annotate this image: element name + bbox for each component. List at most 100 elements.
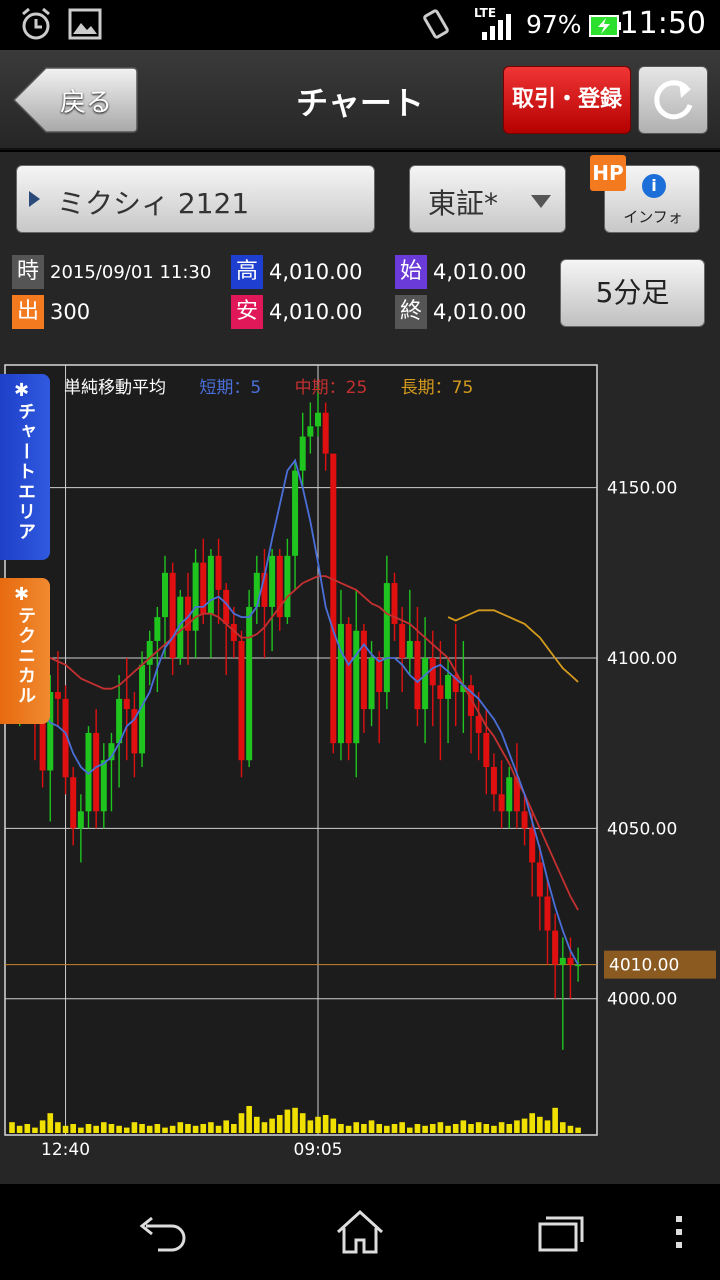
volume-bar (422, 1125, 428, 1133)
volume-bar (368, 1120, 375, 1133)
gear-icon: ✱ (14, 380, 30, 401)
trade-register-button[interactable]: 取引・登録 (503, 66, 631, 134)
market-dropdown[interactable]: 東証* (409, 165, 566, 233)
volume-bar (16, 1125, 23, 1133)
tab-chart-area[interactable]: ✱ チャートエリア (0, 374, 50, 560)
quote-high: 4,010.00 (269, 260, 363, 284)
quote-time-row: 時 2015/09/01 11:30 (12, 255, 211, 289)
quote-low: 4,010.00 (269, 300, 363, 324)
recents-icon[interactable] (530, 1202, 590, 1262)
volume-bar (506, 1124, 513, 1133)
stock-selector[interactable]: ミクシィ 2121 (16, 165, 375, 233)
volume-bar (391, 1124, 398, 1133)
candle-body (429, 658, 436, 686)
volume-bar (238, 1113, 245, 1133)
legend-long-ma: 長期：75 (400, 378, 474, 398)
candle-body (399, 623, 406, 659)
candle-body (521, 811, 528, 829)
candle-body (70, 777, 77, 829)
volume-bar (407, 1127, 413, 1133)
volume-bar (361, 1124, 367, 1133)
interval-button[interactable]: 5分足 (560, 259, 705, 327)
candle-body (269, 555, 276, 607)
y-tick-label: 4150.00 (607, 479, 677, 499)
volume-bar (116, 1125, 122, 1133)
candle-body (529, 828, 536, 863)
menu-icon[interactable] (664, 1202, 694, 1262)
volume-bar (567, 1125, 574, 1133)
candle-body (406, 640, 413, 659)
volume-bar (32, 1127, 38, 1133)
candle-body (54, 692, 61, 699)
legend-title: 単純移動平均 (64, 378, 166, 398)
refresh-button[interactable] (638, 66, 708, 134)
volume-bar (177, 1122, 184, 1133)
tab-chart-area-label: チャートエリア (15, 402, 36, 542)
battery-percent: 97% (526, 10, 582, 39)
volume-bar (276, 1115, 283, 1133)
candle-body (345, 623, 352, 744)
status-bar: LTE 97% 11:50 (0, 0, 720, 50)
candle-body (315, 412, 321, 427)
alarm-icon (22, 7, 50, 40)
volume-bar (514, 1120, 520, 1133)
volume-bar (200, 1124, 207, 1133)
volume-bar (208, 1122, 214, 1133)
volume-bar (483, 1124, 490, 1133)
tab-technical-label: テクニカル (15, 606, 36, 706)
vibrate-icon (423, 9, 449, 39)
volume-bar (284, 1109, 291, 1133)
y-tick-label: 4050.00 (607, 819, 677, 839)
back-label: 戻る (60, 88, 113, 118)
volume-bar (468, 1124, 474, 1133)
back-icon[interactable] (132, 1202, 192, 1262)
candle-body (475, 715, 482, 733)
home-icon[interactable] (330, 1202, 390, 1262)
volume-bar (139, 1124, 145, 1133)
gear-icon: ✱ (14, 584, 30, 605)
candle-body (552, 930, 559, 965)
close-tag: 終 (395, 295, 427, 329)
candle-body (162, 572, 168, 618)
volume-bar (399, 1122, 405, 1133)
chart-area[interactable]: 4150.00 4100.00 4050.00 4000.00 12:40 09:05 40… (0, 358, 720, 1184)
candle-body (575, 964, 582, 967)
y-tick-label: 4100.00 (607, 649, 677, 669)
y-tick-label: 4000.00 (607, 990, 677, 1010)
volume-bar (123, 1127, 130, 1133)
current-price-label: 4010.00 (609, 956, 679, 976)
back-button[interactable]: 戻る (12, 66, 139, 134)
volume-bar (78, 1127, 84, 1133)
volume-bar (445, 1125, 451, 1133)
volume-bar (460, 1120, 467, 1133)
stock-info-panel: ミクシィ 2121 東証* i インフォ HP 時 2015/09/01 11:… (0, 152, 720, 358)
volume-bar (246, 1106, 252, 1133)
candle-body (77, 811, 84, 829)
volume-bar (376, 1124, 382, 1133)
hp-link-button[interactable]: HP (590, 155, 626, 191)
legend-short-ma: 短期：5 (199, 378, 262, 398)
low-tag: 安 (231, 295, 263, 329)
candle-body (192, 562, 199, 631)
volume-bar (475, 1122, 482, 1133)
play-arrow-icon (29, 191, 40, 207)
volume-bar (429, 1124, 436, 1133)
volume-bar (62, 1125, 69, 1133)
candle-body (299, 436, 306, 471)
tab-technical[interactable]: ✱ テクニカル (0, 578, 50, 724)
volume-bar (529, 1113, 535, 1133)
volume-bar (131, 1122, 138, 1133)
volume-bar (384, 1125, 390, 1133)
candle-body (307, 426, 314, 437)
volume-bar (169, 1125, 176, 1133)
candle-body (414, 640, 421, 710)
volume-bar (521, 1118, 528, 1133)
candle-body (353, 630, 360, 744)
quote-volume: 300 (50, 300, 91, 324)
stock-name: ミクシィ 2121 (57, 187, 250, 220)
price-chart[interactable]: 4150.00 4100.00 4050.00 4000.00 12:40 09:05 40… (0, 358, 720, 1184)
candle-body (330, 453, 337, 744)
volume-bar (544, 1120, 551, 1133)
image-icon (68, 8, 102, 40)
candle-body (93, 732, 100, 812)
